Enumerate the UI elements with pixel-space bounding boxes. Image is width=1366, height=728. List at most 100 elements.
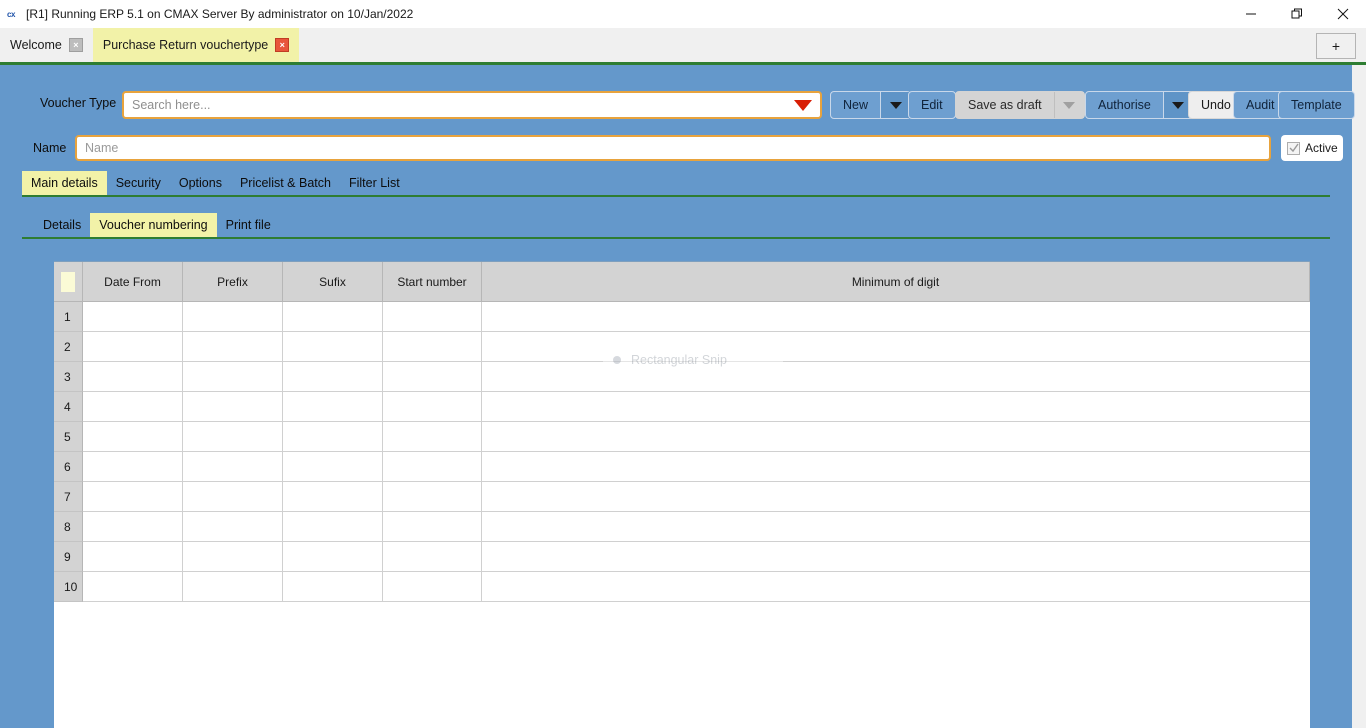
cell-minimum_of_digit[interactable] bbox=[482, 362, 1310, 392]
table-row[interactable]: 10 bbox=[54, 572, 1310, 602]
row-index-cell[interactable]: 9 bbox=[54, 542, 83, 572]
cell-start_number[interactable] bbox=[383, 542, 482, 572]
cell-sufix[interactable] bbox=[283, 362, 383, 392]
tab-options[interactable]: Options bbox=[170, 171, 231, 195]
cell-prefix[interactable] bbox=[183, 392, 283, 422]
cell-minimum_of_digit[interactable] bbox=[482, 332, 1310, 362]
tab-purchase-return-vouchertype[interactable]: Purchase Return vouchertype × bbox=[93, 28, 299, 62]
row-index-cell[interactable]: 7 bbox=[54, 482, 83, 512]
active-checkbox-row[interactable]: Active bbox=[1281, 135, 1343, 161]
cell-start_number[interactable] bbox=[383, 482, 482, 512]
cell-sufix[interactable] bbox=[283, 302, 383, 332]
table-row[interactable]: 1 bbox=[54, 302, 1310, 332]
cell-date_from[interactable] bbox=[83, 332, 183, 362]
cell-prefix[interactable] bbox=[183, 512, 283, 542]
authorise-button[interactable]: Authorise bbox=[1085, 91, 1194, 119]
template-button[interactable]: Template bbox=[1278, 91, 1355, 119]
grid-header-date-from[interactable]: Date From bbox=[83, 262, 183, 302]
cell-minimum_of_digit[interactable] bbox=[482, 482, 1310, 512]
cell-minimum_of_digit[interactable] bbox=[482, 512, 1310, 542]
cell-date_from[interactable] bbox=[83, 422, 183, 452]
grid-header-select-all[interactable] bbox=[54, 262, 83, 302]
row-index-cell[interactable]: 8 bbox=[54, 512, 83, 542]
edit-button[interactable]: Edit bbox=[908, 91, 956, 119]
table-row[interactable]: 8 bbox=[54, 512, 1310, 542]
cell-minimum_of_digit[interactable] bbox=[482, 542, 1310, 572]
cell-date_from[interactable] bbox=[83, 302, 183, 332]
new-dropdown-icon[interactable] bbox=[880, 92, 910, 118]
table-row[interactable]: 9 bbox=[54, 542, 1310, 572]
grid-header-prefix[interactable]: Prefix bbox=[183, 262, 283, 302]
cell-start_number[interactable] bbox=[383, 332, 482, 362]
cell-minimum_of_digit[interactable] bbox=[482, 572, 1310, 602]
tab-security[interactable]: Security bbox=[107, 171, 170, 195]
cell-sufix[interactable] bbox=[283, 332, 383, 362]
table-row[interactable]: 2 bbox=[54, 332, 1310, 362]
cell-start_number[interactable] bbox=[383, 512, 482, 542]
cell-start_number[interactable] bbox=[383, 362, 482, 392]
cell-prefix[interactable] bbox=[183, 542, 283, 572]
row-index-cell[interactable]: 2 bbox=[54, 332, 83, 362]
cell-minimum_of_digit[interactable] bbox=[482, 302, 1310, 332]
voucher-type-search-input[interactable] bbox=[124, 93, 786, 117]
save-as-draft-button[interactable]: Save as draft bbox=[955, 91, 1085, 119]
cell-date_from[interactable] bbox=[83, 392, 183, 422]
voucher-type-dropdown-icon[interactable] bbox=[786, 93, 820, 117]
cell-start_number[interactable] bbox=[383, 452, 482, 482]
cell-start_number[interactable] bbox=[383, 392, 482, 422]
cell-start_number[interactable] bbox=[383, 572, 482, 602]
cell-prefix[interactable] bbox=[183, 362, 283, 392]
table-row[interactable]: 4 bbox=[54, 392, 1310, 422]
table-row[interactable]: 3 bbox=[54, 362, 1310, 392]
grid-header-minimum-of-digit[interactable]: Minimum of digit bbox=[482, 262, 1310, 302]
row-index-cell[interactable]: 10 bbox=[54, 572, 83, 602]
add-tab-button[interactable]: + bbox=[1316, 33, 1356, 59]
table-row[interactable]: 6 bbox=[54, 452, 1310, 482]
cell-prefix[interactable] bbox=[183, 302, 283, 332]
cell-prefix[interactable] bbox=[183, 422, 283, 452]
voucher-type-search[interactable] bbox=[122, 91, 822, 119]
grid-header-start-number[interactable]: Start number bbox=[383, 262, 482, 302]
cell-sufix[interactable] bbox=[283, 482, 383, 512]
cell-sufix[interactable] bbox=[283, 392, 383, 422]
cell-start_number[interactable] bbox=[383, 422, 482, 452]
cell-date_from[interactable] bbox=[83, 362, 183, 392]
tab-print-file[interactable]: Print file bbox=[217, 213, 280, 237]
tab-main-details[interactable]: Main details bbox=[22, 171, 107, 195]
cell-date_from[interactable] bbox=[83, 512, 183, 542]
tab-welcome-close-icon[interactable]: × bbox=[69, 38, 83, 52]
close-icon[interactable] bbox=[1320, 0, 1366, 28]
tab-pricelist-and-batch[interactable]: Pricelist & Batch bbox=[231, 171, 340, 195]
cell-date_from[interactable] bbox=[83, 542, 183, 572]
minimize-icon[interactable] bbox=[1228, 0, 1274, 28]
table-row[interactable]: 5 bbox=[54, 422, 1310, 452]
tab-details[interactable]: Details bbox=[34, 213, 90, 237]
cell-sufix[interactable] bbox=[283, 512, 383, 542]
row-index-cell[interactable]: 4 bbox=[54, 392, 83, 422]
cell-sufix[interactable] bbox=[283, 422, 383, 452]
row-index-cell[interactable]: 3 bbox=[54, 362, 83, 392]
cell-sufix[interactable] bbox=[283, 542, 383, 572]
cell-date_from[interactable] bbox=[83, 482, 183, 512]
name-input[interactable] bbox=[75, 135, 1271, 161]
cell-prefix[interactable] bbox=[183, 482, 283, 512]
row-index-cell[interactable]: 5 bbox=[54, 422, 83, 452]
cell-minimum_of_digit[interactable] bbox=[482, 392, 1310, 422]
cell-start_number[interactable] bbox=[383, 302, 482, 332]
cell-prefix[interactable] bbox=[183, 452, 283, 482]
tab-purchase-return-vouchertype-close-icon[interactable]: × bbox=[275, 38, 289, 52]
cell-prefix[interactable] bbox=[183, 572, 283, 602]
row-index-cell[interactable]: 6 bbox=[54, 452, 83, 482]
tab-voucher-numbering[interactable]: Voucher numbering bbox=[90, 213, 216, 237]
cell-sufix[interactable] bbox=[283, 452, 383, 482]
cell-minimum_of_digit[interactable] bbox=[482, 422, 1310, 452]
cell-date_from[interactable] bbox=[83, 572, 183, 602]
cell-sufix[interactable] bbox=[283, 572, 383, 602]
tab-welcome[interactable]: Welcome × bbox=[0, 28, 93, 62]
active-checkbox[interactable] bbox=[1287, 142, 1300, 155]
cell-prefix[interactable] bbox=[183, 332, 283, 362]
table-row[interactable]: 7 bbox=[54, 482, 1310, 512]
save-as-draft-dropdown-icon[interactable] bbox=[1054, 92, 1084, 118]
row-index-cell[interactable]: 1 bbox=[54, 302, 83, 332]
grid-header-sufix[interactable]: Sufix bbox=[283, 262, 383, 302]
